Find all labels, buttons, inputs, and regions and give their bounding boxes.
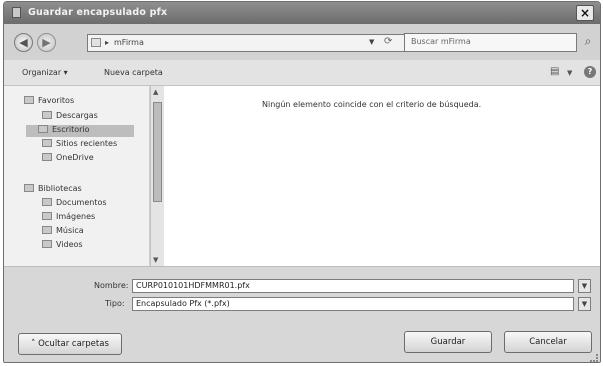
- sidebar-item-imagenes[interactable]: Imágenes: [42, 212, 95, 224]
- recent-icon: [42, 139, 52, 147]
- view-options-icon[interactable]: ▤: [550, 66, 559, 77]
- window-title: Guardar encapsulado pfx: [28, 7, 168, 18]
- empty-results-message: Ningún elemento coincide con el criterio…: [262, 100, 482, 109]
- sidebar-item-onedrive[interactable]: OneDrive: [42, 153, 94, 165]
- sidebar-item-descargas[interactable]: Descargas: [42, 111, 98, 123]
- desktop-icon: [38, 125, 48, 133]
- sidebar-item-escritorio[interactable]: Escritorio: [26, 125, 134, 137]
- file-name-field[interactable]: CURP010101HDFMMR01.pfx: [132, 279, 574, 293]
- back-arrow-icon: ◀: [19, 36, 28, 49]
- refresh-icon[interactable]: ⟳: [384, 36, 392, 47]
- titlebar: Guardar encapsulado pfx ×: [4, 2, 600, 24]
- scroll-up-icon[interactable]: ▲: [153, 88, 158, 96]
- sidebar-item-sitios-recientes[interactable]: Sitios recientes: [42, 139, 117, 151]
- save-form: Nombre: CURP010101HDFMMR01.pfx ▼ Tipo: E…: [4, 266, 600, 362]
- chevron-down-icon[interactable]: ▼: [567, 69, 572, 77]
- sidebar-item-documentos[interactable]: Documentos: [42, 198, 107, 210]
- documents-icon: [42, 198, 52, 206]
- help-icon[interactable]: ?: [584, 66, 596, 78]
- music-icon: [42, 226, 52, 234]
- chevron-down-icon[interactable]: ▼: [578, 297, 591, 311]
- cloud-icon: [42, 153, 52, 161]
- back-button[interactable]: ◀: [14, 33, 33, 52]
- star-icon: [24, 96, 34, 104]
- file-name-label: Nombre:: [94, 281, 129, 290]
- organize-menu[interactable]: Organizar ▾: [22, 68, 68, 77]
- resize-grip-icon[interactable]: [590, 354, 598, 362]
- file-type-label: Tipo:: [105, 299, 125, 308]
- scrollbar-thumb[interactable]: [153, 102, 162, 202]
- chevron-down-icon[interactable]: ▼: [578, 279, 591, 293]
- navigation-scrollbar[interactable]: ▲ ▼: [150, 86, 164, 266]
- sidebar-item-videos[interactable]: Videos: [42, 240, 83, 252]
- close-button[interactable]: ×: [576, 5, 594, 21]
- file-type-select[interactable]: Encapsulado Pfx (*.pfx): [132, 297, 574, 311]
- address-box[interactable]: ▸ mFirma: [87, 34, 412, 52]
- cancel-button[interactable]: Cancelar: [504, 331, 592, 353]
- forward-button[interactable]: ▶: [37, 33, 56, 52]
- chevron-down-icon[interactable]: ▼: [369, 38, 374, 46]
- navigation-pane: Favoritos Descargas Escritorio Sitios re…: [4, 86, 150, 266]
- app-icon: [12, 7, 21, 18]
- sidebar-item-favoritos[interactable]: Favoritos: [24, 96, 74, 108]
- save-button[interactable]: Guardar: [404, 331, 492, 353]
- video-icon: [42, 240, 52, 248]
- file-list[interactable]: Ningún elemento coincide con el criterio…: [164, 86, 600, 266]
- new-folder-button[interactable]: Nueva carpeta: [104, 68, 163, 77]
- images-icon: [42, 212, 52, 220]
- breadcrumb[interactable]: mFirma: [114, 38, 144, 47]
- folder-icon: [91, 38, 101, 47]
- search-input[interactable]: Buscar mFirma: [404, 33, 577, 52]
- search-icon[interactable]: ⌕: [580, 34, 596, 50]
- sidebar-item-musica[interactable]: Música: [42, 226, 84, 238]
- download-icon: [42, 111, 52, 119]
- hide-folders-button[interactable]: ˄ Ocultar carpetas: [18, 333, 122, 355]
- search-placeholder: Buscar mFirma: [411, 37, 471, 46]
- breadcrumb-separator: ▸: [105, 38, 110, 47]
- library-icon: [24, 184, 34, 192]
- toolbar: Organizar ▾ Nueva carpeta ▤ ▼ ?: [4, 60, 600, 86]
- sidebar-item-bibliotecas[interactable]: Bibliotecas: [24, 184, 82, 196]
- forward-arrow-icon: ▶: [42, 36, 51, 49]
- save-dialog-window: Guardar encapsulado pfx × ◀ ▶ ▸ mFirma ▼…: [3, 1, 601, 363]
- address-bar: ◀ ▶ ▸ mFirma ▼ ⟳ Buscar mFirma ⌕: [4, 24, 600, 60]
- scroll-down-icon[interactable]: ▼: [153, 256, 158, 264]
